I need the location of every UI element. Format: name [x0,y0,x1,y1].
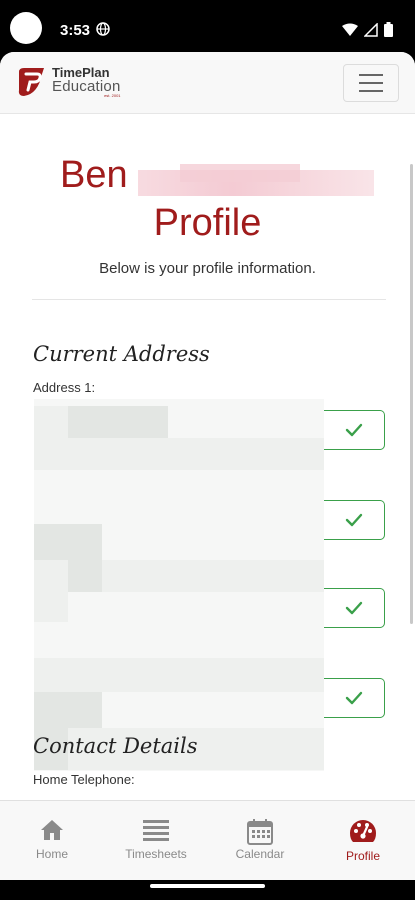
address-verified-check[interactable] [324,678,385,718]
profile-name: Ben [60,154,128,196]
tab-home[interactable]: Home [2,801,102,880]
address-redaction-block [34,524,102,560]
address-verified-check[interactable] [324,410,385,450]
hamburger-icon-bar [359,74,383,76]
phone-frame: 3:53 TimePlan Education est. 2001 Ben Pr… [0,0,415,900]
signal-icon [364,22,378,37]
contact-details-heading: Contact Details [33,734,198,758]
system-icons [342,22,393,37]
current-address-heading: Current Address [33,342,210,366]
page-title: Profile [153,202,262,244]
logo-mark-icon [18,68,44,96]
calendar-icon [247,819,273,845]
check-icon [345,601,363,615]
address-redaction-block [34,592,68,622]
address-redaction-block [34,438,324,470]
address-redaction-block [68,692,102,728]
globe-icon [96,22,110,36]
app-screen: TimePlan Education est. 2001 Ben Profile… [0,52,415,880]
home-icon [41,820,63,840]
tab-timesheets[interactable]: Timesheets [106,801,206,880]
tab-calendar[interactable]: Calendar [210,801,310,880]
gesture-area [0,880,415,900]
check-icon [345,423,363,437]
gesture-handle[interactable] [150,884,265,888]
address-verified-check[interactable] [324,588,385,628]
hamburger-icon-bar [359,90,383,92]
profile-content: Ben Profile Below is your profile inform… [0,114,415,800]
address-redaction-block [34,658,324,692]
timeplan-logo[interactable]: TimePlan Education est. 2001 [16,66,121,98]
scrollbar[interactable] [410,164,413,624]
name-redaction-overlay [180,164,300,182]
tab-home-label: Home [35,847,68,861]
hamburger-icon-bar [359,82,383,84]
tab-calendar-label: Calendar [235,847,285,861]
check-icon [345,513,363,527]
gauge-icon [350,820,376,842]
address-verified-check[interactable] [324,500,385,540]
address-redaction-block [34,692,68,770]
camera-cutout [10,12,42,44]
home-telephone-label: Home Telephone: [33,772,135,787]
status-bar: 3:53 [0,0,415,56]
menu-toggle-button[interactable] [343,64,399,102]
section-divider [32,299,386,300]
wifi-icon [342,23,358,36]
tab-profile-label: Profile [345,849,380,863]
logo-line2: Education [52,78,121,95]
status-time: 3:53 [60,22,91,39]
address-redaction-block [68,406,168,438]
tab-profile[interactable]: Profile [313,801,413,880]
top-navbar: TimePlan Education est. 2001 [0,52,415,114]
list-icon [143,820,169,841]
battery-icon [384,22,393,37]
page-subtitle: Below is your profile information. [99,260,316,277]
logo-text: TimePlan Education est. 2001 [52,66,121,98]
bottom-navigation: Home Timesheets Calendar Profile [0,800,415,880]
address-redaction-block [68,560,102,592]
check-icon [345,691,363,705]
address1-label: Address 1: [33,380,96,395]
tab-timesheets-label: Timesheets [125,847,187,861]
